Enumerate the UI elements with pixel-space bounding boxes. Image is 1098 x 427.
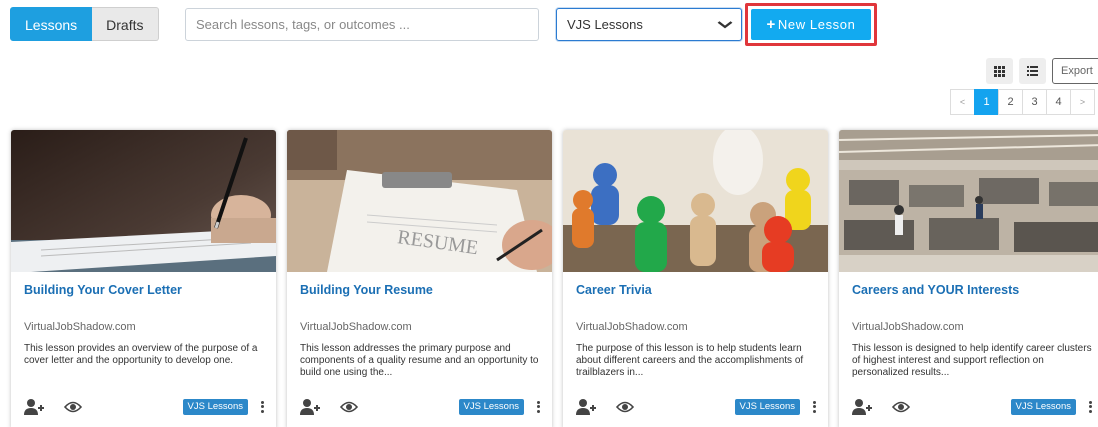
chevron-down-icon [717, 18, 733, 32]
kebab-menu-icon[interactable] [258, 398, 266, 416]
list-view-button[interactable] [1019, 58, 1046, 84]
lessons-drafts-toggle: Lessons Drafts [10, 7, 159, 41]
tab-drafts[interactable]: Drafts [92, 7, 159, 41]
pagination-page-2[interactable]: 2 [998, 89, 1023, 115]
lesson-source: VirtualJobShadow.com [576, 321, 688, 333]
lesson-thumbnail-careers-interests[interactable] [839, 130, 1098, 272]
grid-view-button[interactable] [986, 58, 1013, 84]
pagination-page-1[interactable]: 1 [974, 89, 999, 115]
lesson-card[interactable]: Careers and YOUR Interests VirtualJobSha… [839, 130, 1098, 427]
eye-icon[interactable] [616, 400, 634, 414]
lesson-source-select[interactable]: VJS Lessons [556, 8, 742, 41]
user-plus-icon[interactable] [576, 398, 596, 416]
plus-icon: + [766, 16, 776, 33]
lesson-source-select-value: VJS Lessons [567, 17, 643, 32]
lesson-card[interactable]: Career Trivia VirtualJobShadow.com The p… [563, 130, 828, 427]
kebab-menu-icon[interactable] [1086, 398, 1094, 416]
lesson-badge: VJS Lessons [734, 399, 800, 415]
pagination-prev[interactable]: < [950, 89, 975, 115]
pagination: < 1 2 3 4 > [950, 89, 1095, 115]
pagination-page-3[interactable]: 3 [1022, 89, 1047, 115]
user-plus-icon[interactable] [24, 398, 44, 416]
lesson-card-footer: VJS Lessons [576, 398, 818, 418]
export-button[interactable]: Export [1052, 58, 1098, 84]
new-lesson-button[interactable]: + New Lesson [751, 9, 871, 40]
lesson-thumbnail-resume[interactable]: RESUME [287, 130, 552, 272]
lesson-title[interactable]: Career Trivia [576, 283, 652, 297]
user-plus-icon[interactable] [300, 398, 320, 416]
lesson-badge: VJS Lessons [1010, 399, 1076, 415]
lesson-thumbnail-cover-letter[interactable] [11, 130, 276, 272]
new-lesson-highlight: + New Lesson [745, 3, 877, 46]
lesson-source: VirtualJobShadow.com [24, 321, 136, 333]
lesson-card-footer: VJS Lessons [24, 398, 266, 418]
lesson-description: This lesson is designed to help identify… [852, 343, 1092, 378]
pagination-next[interactable]: > [1070, 89, 1095, 115]
lesson-source: VirtualJobShadow.com [852, 321, 964, 333]
lesson-title[interactable]: Careers and YOUR Interests [852, 283, 1019, 297]
grid-view-icon [994, 65, 1005, 77]
search-input[interactable] [185, 8, 539, 41]
lesson-card[interactable]: RESUME Building Your Resume VirtualJobSh… [287, 130, 552, 427]
user-plus-icon[interactable] [852, 398, 872, 416]
lesson-description: This lesson provides an overview of the … [24, 343, 258, 366]
lesson-thumbnail-career-trivia[interactable] [563, 130, 828, 272]
lesson-title[interactable]: Building Your Resume [300, 283, 433, 297]
kebab-menu-icon[interactable] [810, 398, 818, 416]
lesson-source: VirtualJobShadow.com [300, 321, 412, 333]
lesson-card-footer: VJS Lessons [852, 398, 1094, 418]
eye-icon[interactable] [340, 400, 358, 414]
lesson-description: The purpose of this lesson is to help st… [576, 343, 804, 378]
list-view-icon [1027, 66, 1038, 76]
lesson-card-footer: VJS Lessons [300, 398, 542, 418]
kebab-menu-icon[interactable] [534, 398, 542, 416]
tab-lessons[interactable]: Lessons [10, 7, 93, 41]
lesson-badge: VJS Lessons [182, 399, 248, 415]
eye-icon[interactable] [892, 400, 910, 414]
lesson-badge: VJS Lessons [458, 399, 524, 415]
eye-icon[interactable] [64, 400, 82, 414]
lesson-description: This lesson addresses the primary purpos… [300, 343, 539, 378]
new-lesson-label: New Lesson [777, 17, 856, 32]
pagination-page-4[interactable]: 4 [1046, 89, 1071, 115]
lesson-card[interactable]: Building Your Cover Letter VirtualJobSha… [11, 130, 276, 427]
lesson-title[interactable]: Building Your Cover Letter [24, 283, 182, 297]
